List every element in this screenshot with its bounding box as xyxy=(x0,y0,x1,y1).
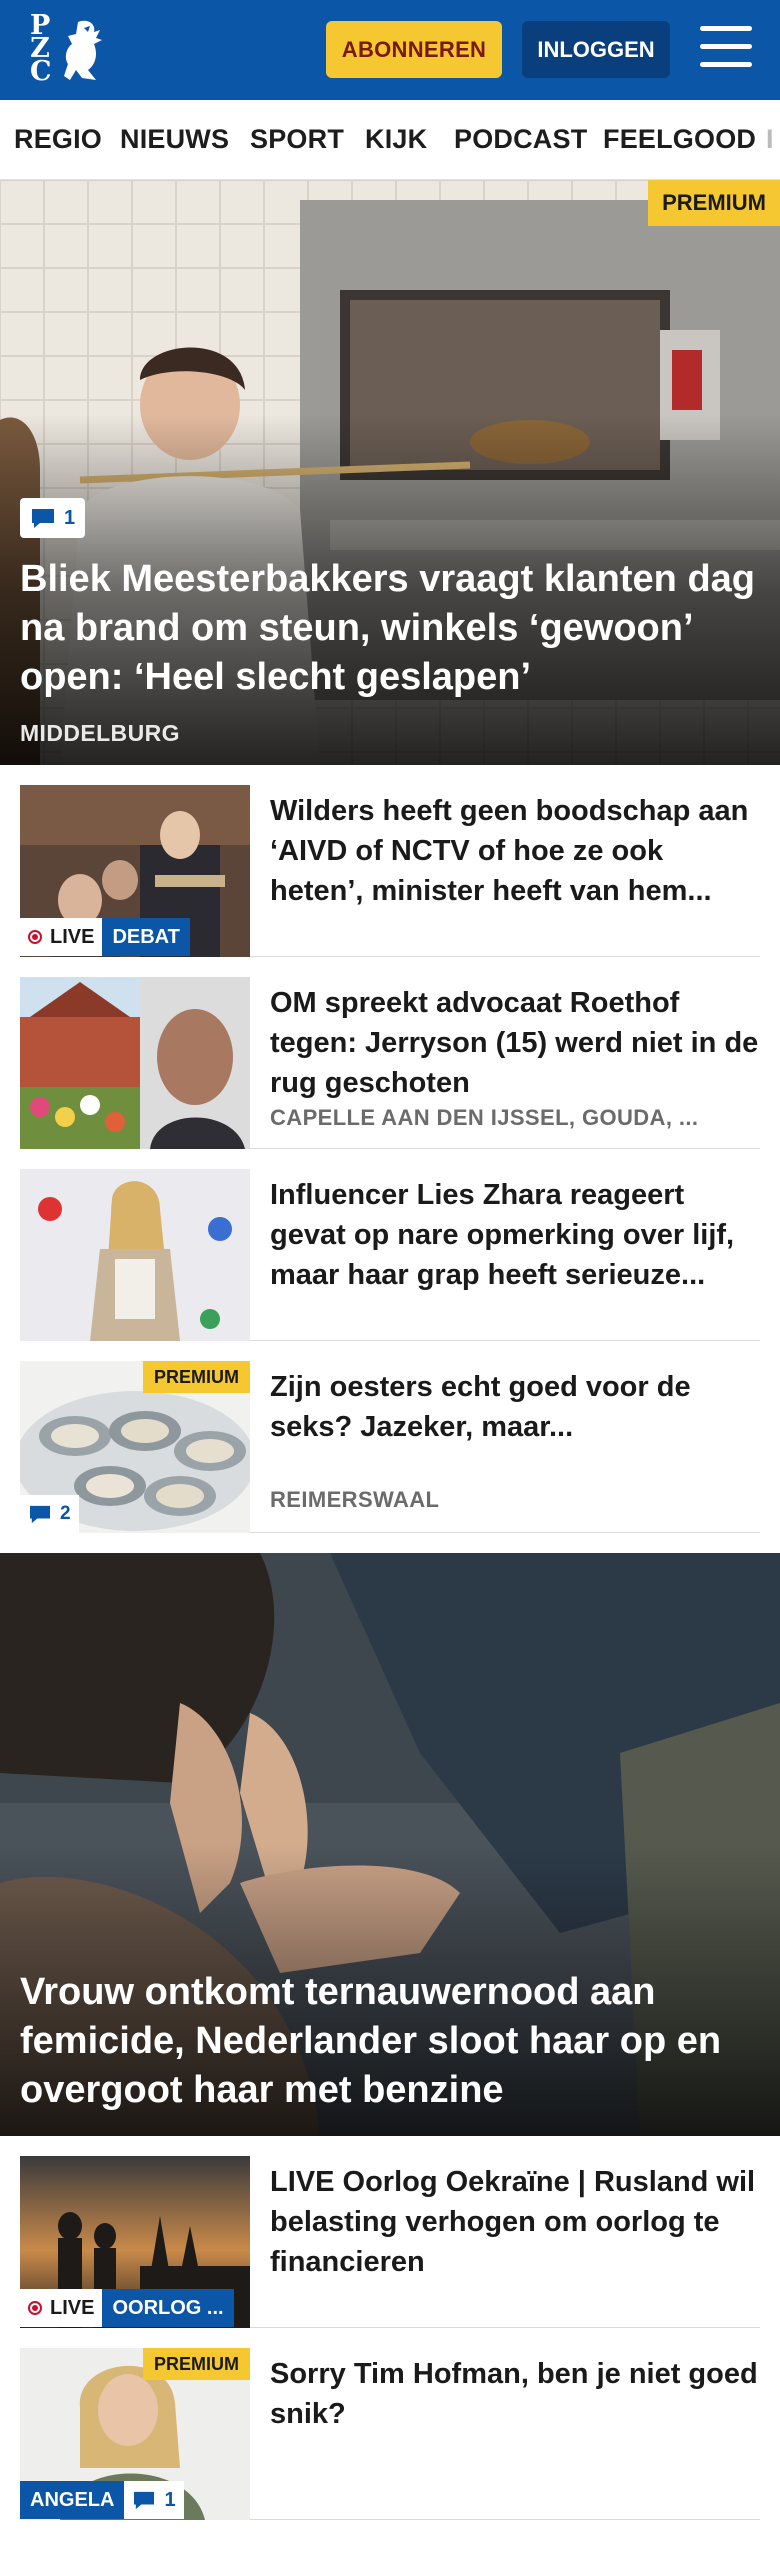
article-headline[interactable]: Influencer Lies Zhara reageert gevat op … xyxy=(270,1175,760,1295)
comment-icon xyxy=(134,2491,155,2510)
list-item[interactable]: PREMIUM ANGELA 1 Sorry Tim Hofman, ben j… xyxy=(20,2348,760,2520)
category-tag: DEBAT xyxy=(102,918,190,956)
comment-icon xyxy=(30,1505,50,1524)
live-label: LIVE xyxy=(50,2296,95,2319)
subscribe-button[interactable]: ABONNEREN xyxy=(326,21,502,78)
nav-item-sport[interactable]: SPORT xyxy=(250,124,344,155)
article-headline[interactable]: Zijn oesters echt goed voor de seks? Jaz… xyxy=(270,1367,760,1447)
live-indicator-icon xyxy=(28,2301,42,2315)
nav-item-kijk[interactable]: KIJK xyxy=(365,124,427,155)
nav-item-regio[interactable]: REGIO xyxy=(14,124,102,155)
list-item[interactable]: Influencer Lies Zhara reageert gevat op … xyxy=(20,1169,760,1341)
list-item[interactable]: LIVE OORLOG ... LIVE Oorlog Oekraïne | R… xyxy=(20,2156,760,2328)
comment-count-badge[interactable]: 1 xyxy=(20,498,86,538)
logo-letter: PZC xyxy=(30,10,52,87)
article-thumbnail xyxy=(20,1169,250,1341)
live-badge: LIVE OORLOG ... xyxy=(20,2289,234,2327)
comment-count: 1 xyxy=(64,506,76,529)
hero-article[interactable]: Vrouw ontkomt ternauwernood aan femicide… xyxy=(0,1553,780,2136)
hero-article[interactable]: PREMIUM 1 Bliek Meesterbakkers vraagt kl… xyxy=(0,180,780,765)
premium-badge: PREMIUM xyxy=(143,2348,250,2380)
live-label: LIVE xyxy=(50,925,95,948)
article-headline[interactable]: Sorry Tim Hofman, ben je niet goed snik? xyxy=(270,2354,760,2434)
comment-count: 1 xyxy=(164,2488,176,2511)
article-headline[interactable]: LIVE Oorlog Oekraïne | Rusland wil belas… xyxy=(270,2162,760,2282)
nav-item-nieuws[interactable]: NIEUWS xyxy=(120,124,229,155)
pzc-logo[interactable]: PZC xyxy=(30,10,114,87)
list-item[interactable]: LIVE DEBAT Wilders heeft geen boodschap … xyxy=(20,785,760,957)
article-location: CAPELLE AAN DEN IJSSEL, GOUDA, ... xyxy=(270,1105,699,1130)
article-headline[interactable]: OM spreekt advocaat Roethof tegen: Jerry… xyxy=(270,983,760,1103)
comment-count: 2 xyxy=(60,1503,71,1524)
site-header: PZC ABONNEREN INLOGGEN xyxy=(0,0,780,100)
list-item[interactable]: PREMIUM 2 Zijn oesters echt goed voor de… xyxy=(20,1361,760,1533)
tag-badge: ANGELA 1 xyxy=(20,2481,184,2519)
comment-icon xyxy=(32,509,54,528)
logo-letters: PZC xyxy=(30,10,62,87)
category-tag: ANGELA xyxy=(20,2481,125,2519)
nav-item-feelgood[interactable]: FEELGOOD xyxy=(603,124,756,155)
comment-count-badge[interactable]: 1 xyxy=(124,2481,184,2519)
hero-location: MIDDELBURG xyxy=(20,720,180,746)
premium-badge: PREMIUM xyxy=(143,1361,250,1393)
live-indicator-icon xyxy=(28,930,42,944)
login-button[interactable]: INLOGGEN xyxy=(522,21,670,78)
live-badge: LIVE DEBAT xyxy=(20,918,190,956)
nav-item-more[interactable]: I xyxy=(766,124,774,155)
premium-badge: PREMIUM xyxy=(648,180,780,226)
nav-item-podcast[interactable]: PODCAST xyxy=(454,124,587,155)
article-thumbnail xyxy=(20,977,250,1149)
article-location: REIMERSWAAL xyxy=(270,1487,440,1512)
hero-headline[interactable]: Vrouw ontkomt ternauwernood aan femicide… xyxy=(20,1968,760,2115)
list-item[interactable]: OM spreekt advocaat Roethof tegen: Jerry… xyxy=(20,977,760,1149)
section-nav: REGIO NIEUWS SPORT KIJK PODCAST FEELGOOD… xyxy=(0,100,780,180)
hero-headline[interactable]: Bliek Meesterbakkers vraagt klanten dag … xyxy=(20,555,760,702)
comment-count-badge[interactable]: 2 xyxy=(20,1495,79,1533)
article-headline[interactable]: Wilders heeft geen boodschap aan ‘AIVD o… xyxy=(270,791,760,911)
hamburger-menu-icon[interactable] xyxy=(700,26,752,72)
category-tag: OORLOG ... xyxy=(102,2289,234,2327)
